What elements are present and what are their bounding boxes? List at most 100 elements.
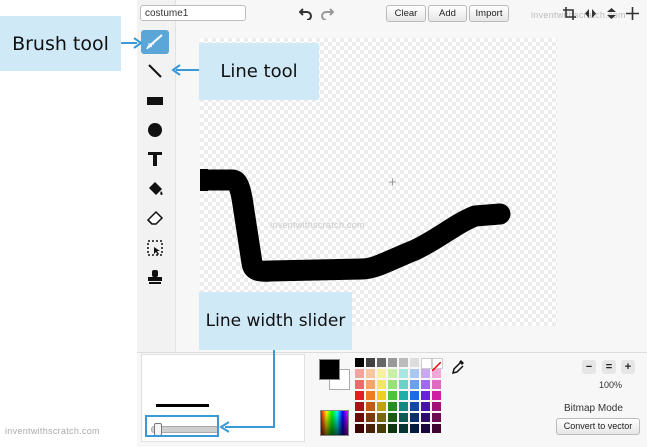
palette-swatch[interactable] — [388, 380, 397, 389]
palette-swatch[interactable] — [388, 391, 397, 400]
watermark-canvas: inventwithscratch.com — [270, 220, 365, 230]
palette-swatch[interactable] — [410, 358, 419, 367]
crosshair-icon — [625, 7, 639, 20]
palette-swatch[interactable] — [355, 391, 364, 400]
eyedropper-button[interactable] — [451, 359, 465, 375]
palette-swatch[interactable] — [399, 380, 408, 389]
palette-swatch[interactable] — [410, 380, 419, 389]
ellipse-icon — [148, 123, 162, 137]
palette-swatch[interactable] — [432, 391, 441, 400]
crop-button[interactable] — [560, 5, 578, 22]
zoom-in-button[interactable]: + — [621, 360, 635, 374]
set-center-button[interactable] — [623, 5, 641, 22]
add-button[interactable]: Add — [428, 5, 467, 22]
palette-swatch[interactable] — [388, 424, 397, 433]
palette-swatch[interactable] — [399, 369, 408, 378]
zoom-out-icon: − — [585, 361, 593, 373]
primary-color-swatch-front[interactable] — [319, 359, 340, 380]
palette-swatch[interactable] — [388, 369, 397, 378]
palette-swatch[interactable] — [366, 369, 375, 378]
palette-swatch[interactable] — [421, 391, 430, 400]
palette-swatch[interactable] — [432, 413, 441, 422]
color-picker-button[interactable] — [320, 410, 349, 436]
palette-swatch[interactable] — [377, 413, 386, 422]
palette-swatch[interactable] — [377, 391, 386, 400]
palette-swatch[interactable] — [366, 391, 375, 400]
rectangle-tool[interactable] — [141, 89, 169, 113]
palette-swatch[interactable] — [421, 358, 432, 369]
palette-swatch[interactable] — [410, 402, 419, 411]
palette-swatch[interactable] — [388, 358, 397, 367]
palette-swatch[interactable] — [366, 402, 375, 411]
palette-swatch[interactable] — [421, 413, 430, 422]
redo-button[interactable] — [318, 5, 336, 22]
palette-swatch[interactable] — [377, 369, 386, 378]
line-icon — [148, 64, 162, 78]
palette-swatch[interactable] — [355, 413, 364, 422]
ellipse-tool[interactable] — [141, 118, 169, 142]
zoom-out-button[interactable]: − — [582, 360, 596, 374]
brush-tool[interactable] — [141, 30, 169, 54]
crop-icon — [562, 7, 576, 20]
palette-swatch[interactable] — [377, 402, 386, 411]
palette-swatch[interactable] — [410, 391, 419, 400]
palette-swatch[interactable] — [355, 402, 364, 411]
palette-swatch[interactable] — [366, 424, 375, 433]
zoom-reset-button[interactable]: = — [602, 360, 616, 374]
costume-name-field[interactable]: costume1 — [140, 5, 246, 21]
slider-callout-arrow — [145, 350, 275, 437]
palette-swatch[interactable] — [366, 358, 375, 367]
palette-swatch[interactable] — [377, 424, 386, 433]
palette-swatch[interactable] — [377, 358, 386, 367]
palette-swatch[interactable] — [399, 424, 408, 433]
palette-swatch[interactable] — [399, 402, 408, 411]
palette-swatch[interactable] — [432, 380, 441, 389]
palette-swatch[interactable] — [377, 380, 386, 389]
palette-swatch[interactable] — [388, 402, 397, 411]
palette-swatch[interactable] — [410, 424, 419, 433]
palette-swatch[interactable] — [410, 369, 419, 378]
select-tool[interactable] — [141, 236, 169, 260]
import-button[interactable]: Import — [469, 5, 509, 22]
palette-swatch[interactable] — [388, 413, 397, 422]
zoom-level: 100% — [599, 380, 623, 390]
transparent-swatch[interactable] — [431, 358, 442, 372]
palette-swatch[interactable] — [399, 391, 408, 400]
palette-swatch[interactable] — [421, 380, 430, 389]
palette-swatch[interactable] — [421, 369, 430, 378]
palette-swatch[interactable] — [432, 402, 441, 411]
eyedropper-icon — [451, 360, 464, 375]
fill-tool[interactable] — [141, 177, 169, 201]
zoom-in-icon: + — [624, 361, 632, 373]
text-icon — [148, 152, 162, 166]
palette-swatch[interactable] — [421, 402, 430, 411]
palette-swatch[interactable] — [366, 413, 375, 422]
flip-vertical-button[interactable] — [602, 5, 620, 22]
line-tool[interactable] — [141, 59, 169, 83]
flip-horizontal-button[interactable] — [581, 5, 599, 22]
clear-button[interactable]: Clear — [386, 5, 426, 22]
brush-icon — [146, 34, 163, 50]
eraser-icon — [146, 210, 164, 225]
undo-button[interactable] — [297, 5, 315, 22]
palette-swatch[interactable] — [399, 358, 408, 367]
palette-swatch[interactable] — [355, 358, 364, 367]
palette-swatch[interactable] — [421, 424, 430, 433]
palette-swatch[interactable] — [355, 424, 364, 433]
palette-swatch[interactable] — [432, 424, 441, 433]
color-palette[interactable] — [355, 358, 445, 438]
stamp-tool[interactable] — [141, 265, 169, 289]
palette-swatch[interactable] — [399, 413, 408, 422]
eraser-tool[interactable] — [141, 206, 169, 230]
text-tool[interactable] — [141, 147, 169, 171]
palette-swatch[interactable] — [410, 413, 419, 422]
convert-to-vector-button[interactable]: Convert to vector — [556, 418, 640, 435]
rectangle-icon — [147, 97, 163, 105]
palette-swatch[interactable] — [366, 380, 375, 389]
palette-swatch[interactable] — [355, 369, 364, 378]
brush-callout-arrow — [121, 37, 143, 49]
palette-swatch[interactable] — [355, 380, 364, 389]
brush-tool-callout: Brush tool — [0, 16, 121, 71]
select-icon — [147, 240, 163, 256]
line-tool-callout: Line tool — [199, 43, 319, 100]
